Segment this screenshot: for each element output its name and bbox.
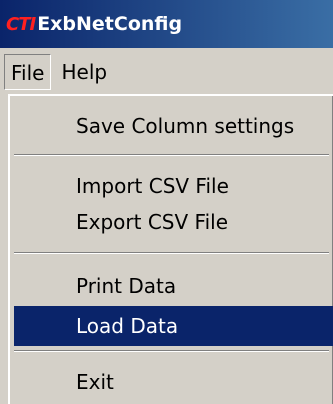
file-menu-dropdown: Save Column settings Import CSV File Exp… xyxy=(8,94,333,404)
menu-item-import-csv[interactable]: Import CSV File xyxy=(14,166,333,206)
app-logo: CTI xyxy=(6,13,36,35)
menu-item-label: Exit xyxy=(76,370,114,394)
title-bar: CTI ExbNetConfig xyxy=(0,0,333,48)
menu-item-label: Save Column settings xyxy=(76,114,295,138)
menu-item-label: Print Data xyxy=(76,274,177,298)
menu-item-label: Import CSV File xyxy=(76,174,229,198)
menu-item-load-data[interactable]: Load Data xyxy=(14,306,333,346)
menu-separator xyxy=(14,252,329,254)
menu-bar: File Help xyxy=(0,48,333,96)
menu-item-export-csv[interactable]: Export CSV File xyxy=(14,202,333,242)
menu-item-print-data[interactable]: Print Data xyxy=(14,266,333,306)
menu-item-label: Export CSV File xyxy=(76,210,228,234)
menu-separator xyxy=(14,154,329,156)
menu-separator xyxy=(14,350,329,352)
window-title: ExbNetConfig xyxy=(37,13,183,35)
menu-file-label: File xyxy=(11,61,45,85)
menu-help[interactable]: Help xyxy=(55,54,113,90)
menu-item-exit[interactable]: Exit xyxy=(14,362,333,402)
menu-item-save-column-settings[interactable]: Save Column settings xyxy=(14,106,333,146)
menu-item-label: Load Data xyxy=(76,314,179,338)
menu-help-label: Help xyxy=(61,60,108,84)
menu-file[interactable]: File xyxy=(4,54,52,90)
